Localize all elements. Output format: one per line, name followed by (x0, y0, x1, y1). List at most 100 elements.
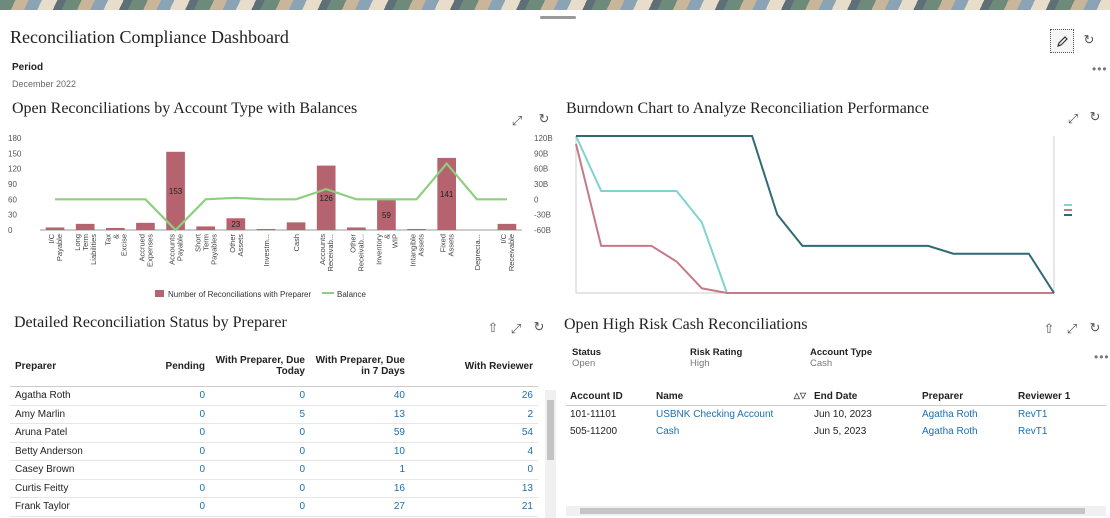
period-filter-label: Period (12, 62, 44, 73)
data-label: 153 (169, 187, 183, 196)
account-type-filter-value: Cash (810, 358, 833, 369)
edit-button[interactable] (1050, 29, 1074, 53)
name-link[interactable]: Cash (652, 423, 810, 440)
count-cell[interactable]: 0 (150, 479, 210, 498)
panel3-title: Detailed Reconciliation Status by Prepar… (14, 314, 287, 331)
x-tick-label: OtherAssets (228, 234, 245, 257)
x-tick-label: Cash (292, 234, 301, 252)
count-cell[interactable]: 4 (410, 442, 538, 461)
x-tick-label: Investm... (262, 234, 271, 267)
count-cell[interactable]: 0 (210, 442, 310, 461)
count-cell[interactable]: 54 (410, 423, 538, 443)
table-row: Curtis Feitty 0 0 16 13 (10, 479, 538, 498)
y2-tick-label: -30B (534, 211, 551, 220)
status-filter[interactable]: Status Open (572, 347, 601, 369)
panel2-expand-button[interactable]: ⤢ (1064, 110, 1082, 128)
panel1-title: Open Reconciliations by Account Type wit… (12, 100, 358, 117)
burndown-line (575, 135, 1054, 294)
count-cell[interactable]: 1 (310, 460, 410, 480)
reviewer-link[interactable]: RevT1 (1014, 423, 1106, 440)
count-cell[interactable]: 5 (210, 405, 310, 424)
drag-handle[interactable] (540, 16, 576, 19)
panel1-refresh-button[interactable]: ↻ (535, 110, 553, 128)
count-cell[interactable]: 13 (410, 479, 538, 498)
column-header[interactable]: Reviewer 1 (1014, 387, 1106, 406)
panel3-expand-button[interactable]: ⤢ (507, 320, 525, 338)
data-label: 141 (440, 190, 454, 199)
column-header[interactable]: Name △▽ (652, 387, 810, 406)
pencil-icon (1056, 35, 1068, 47)
count-cell[interactable]: 40 (310, 386, 410, 406)
x-tick-label: FixedAssets (439, 234, 456, 257)
count-cell[interactable]: 0 (150, 386, 210, 406)
count-cell[interactable]: 10 (310, 442, 410, 461)
count-cell[interactable]: 21 (410, 497, 538, 517)
count-cell[interactable]: 0 (150, 405, 210, 424)
status-filter-label: Status (572, 347, 602, 358)
name-link[interactable]: USBNK Checking Account (652, 406, 810, 424)
count-cell[interactable]: 0 (210, 460, 310, 480)
horizontal-scrollbar[interactable] (566, 506, 1106, 516)
reviewer-link[interactable]: RevT1 (1014, 406, 1106, 424)
count-cell[interactable]: 2 (410, 405, 538, 424)
column-header[interactable]: With Reviewer (410, 346, 538, 387)
x-tick-label: AccountsReceivab... (318, 234, 335, 272)
preparer-name-cell: Amy Marlin (10, 405, 150, 424)
column-header[interactable]: Preparer (918, 387, 1014, 406)
count-cell[interactable]: 0 (210, 497, 310, 517)
scrollbar-thumb[interactable] (547, 400, 554, 460)
refresh-icon: ↻ (533, 319, 545, 334)
panel3-refresh-button[interactable]: ↻ (530, 318, 548, 336)
panel4-expand-button[interactable]: ⤢ (1063, 320, 1081, 338)
count-cell[interactable]: 27 (310, 497, 410, 517)
bar (196, 226, 216, 230)
scrollbar-thumb[interactable] (580, 508, 1085, 514)
bar (45, 227, 65, 230)
table-row: 505-11200 Cash Jun 5, 2023 Agatha Roth RevT1 (566, 423, 1106, 440)
x-tick-label: IntangibleAssets (409, 234, 426, 267)
period-filter-value[interactable]: December 2022 (12, 79, 76, 89)
expand-icon: ⤢ (510, 321, 522, 336)
more-icon[interactable]: ••• (1092, 62, 1108, 76)
count-cell[interactable]: 0 (210, 386, 310, 406)
count-cell[interactable]: 59 (310, 423, 410, 443)
preparer-link[interactable]: Agatha Roth (918, 423, 1014, 440)
y2-tick-label: 90B (534, 149, 548, 158)
panel4-refresh-button[interactable]: ↻ (1086, 319, 1104, 337)
more-icon[interactable]: ••• (1094, 350, 1110, 364)
risk-rating-filter-value: High (690, 358, 710, 369)
count-cell[interactable]: 0 (210, 479, 310, 498)
bar (75, 223, 95, 230)
preparer-name-cell: Betty Anderson (10, 442, 150, 461)
count-cell[interactable]: 13 (310, 405, 410, 424)
column-header[interactable]: Pending (150, 346, 210, 387)
preparer-link[interactable]: Agatha Roth (918, 406, 1014, 424)
count-cell[interactable]: 0 (150, 497, 210, 517)
risk-rating-filter[interactable]: Risk Rating High (690, 347, 742, 369)
column-header[interactable]: Preparer (10, 346, 150, 387)
column-header[interactable]: Account ID (566, 387, 652, 406)
sort-icon[interactable]: △▽ (794, 391, 806, 400)
count-cell[interactable]: 16 (310, 479, 410, 498)
panel3-export-button[interactable]: ⇧ (484, 319, 502, 337)
panel2-refresh-button[interactable]: ↻ (1086, 108, 1104, 126)
vertical-scrollbar[interactable] (545, 390, 556, 518)
y2-tick-label: 0 (534, 195, 539, 204)
column-header[interactable]: With Preparer, Due Today (210, 346, 310, 387)
count-cell[interactable]: 0 (210, 423, 310, 443)
count-cell[interactable]: 0 (410, 460, 538, 480)
column-header[interactable]: End Date (810, 387, 918, 406)
panel4-export-button[interactable]: ⇧ (1040, 320, 1058, 338)
count-cell[interactable]: 0 (150, 460, 210, 480)
dashboard-refresh-button[interactable]: ↻ (1080, 31, 1098, 49)
table-header-row: Preparer Pending With Preparer, Due Toda… (10, 346, 538, 387)
column-header[interactable]: With Preparer, Due in 7 Days (310, 346, 410, 387)
count-cell[interactable]: 0 (150, 423, 210, 443)
y2-tick-label: -60B (534, 226, 551, 235)
count-cell[interactable]: 0 (150, 442, 210, 461)
account-type-filter[interactable]: Account Type Cash (810, 347, 872, 369)
account-id-cell: 505-11200 (570, 426, 618, 437)
count-cell[interactable]: 26 (410, 386, 538, 406)
x-tick-label: Inventory&WIP (374, 234, 399, 265)
end-date-cell: Jun 10, 2023 (814, 409, 872, 420)
